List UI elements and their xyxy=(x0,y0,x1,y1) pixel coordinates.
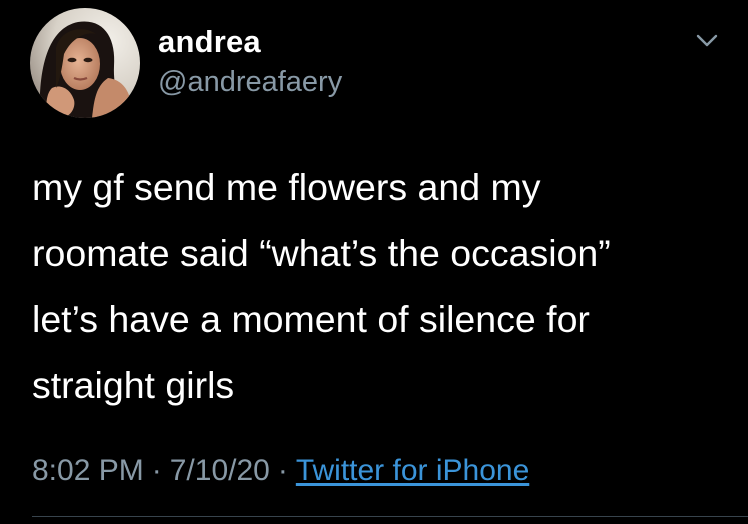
tweet-card: andrea @andreafaery my gf send me flower… xyxy=(0,0,748,524)
separator-dot: · xyxy=(151,454,162,487)
tweet-source-link[interactable]: Twitter for iPhone xyxy=(296,454,529,487)
display-name[interactable]: andrea xyxy=(158,24,261,60)
tweet-text-line: my gf send me flowers and my xyxy=(32,166,541,208)
tweet-date: 7/10/20 xyxy=(169,454,270,487)
chevron-down-icon[interactable] xyxy=(692,28,722,52)
tweet-time: 8:02 PM xyxy=(32,454,144,487)
tweet-text-line: roomate said “what’s the occasion” xyxy=(32,232,611,274)
tweet-text-line: let’s have a moment of silence for xyxy=(32,298,590,340)
tweet-text: my gf send me flowers and my roomate sai… xyxy=(32,154,722,418)
tweet-text-line: straight girls xyxy=(32,364,235,406)
divider xyxy=(32,516,748,517)
avatar[interactable] xyxy=(30,8,140,118)
avatar-photo xyxy=(30,8,140,118)
tweet-metadata: 8:02 PM · 7/10/20 · Twitter for iPhone xyxy=(32,454,529,488)
separator-dot: · xyxy=(277,454,288,487)
user-handle[interactable]: @andreafaery xyxy=(158,66,342,99)
